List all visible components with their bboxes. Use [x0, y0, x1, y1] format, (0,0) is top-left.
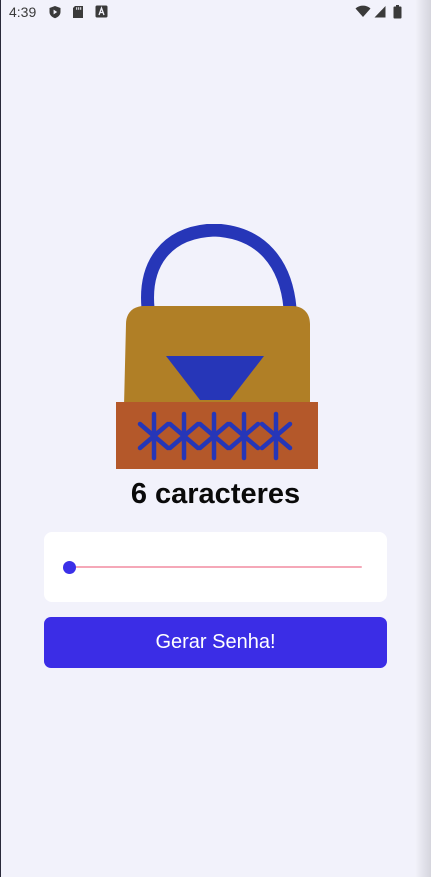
sd-card-icon	[72, 5, 84, 24]
cell-signal-icon	[374, 5, 386, 23]
frame-edge	[0, 0, 1, 877]
side-shadow	[415, 0, 431, 877]
shield-play-icon	[48, 5, 62, 24]
slider-track[interactable]	[69, 566, 362, 568]
character-count-label: 6 caracteres	[130, 478, 301, 510]
generate-password-button[interactable]: Gerar Senha!	[44, 617, 387, 668]
lock-shackle	[141, 223, 297, 315]
length-slider-card	[44, 532, 387, 602]
status-bar: 4:39	[0, 0, 431, 24]
wifi-icon	[355, 5, 371, 23]
a-square-icon	[95, 5, 108, 23]
status-time: 4:39	[9, 4, 37, 20]
battery-icon	[393, 5, 402, 24]
lock-illustration	[114, 223, 320, 472]
slider-thumb[interactable]	[63, 561, 76, 574]
